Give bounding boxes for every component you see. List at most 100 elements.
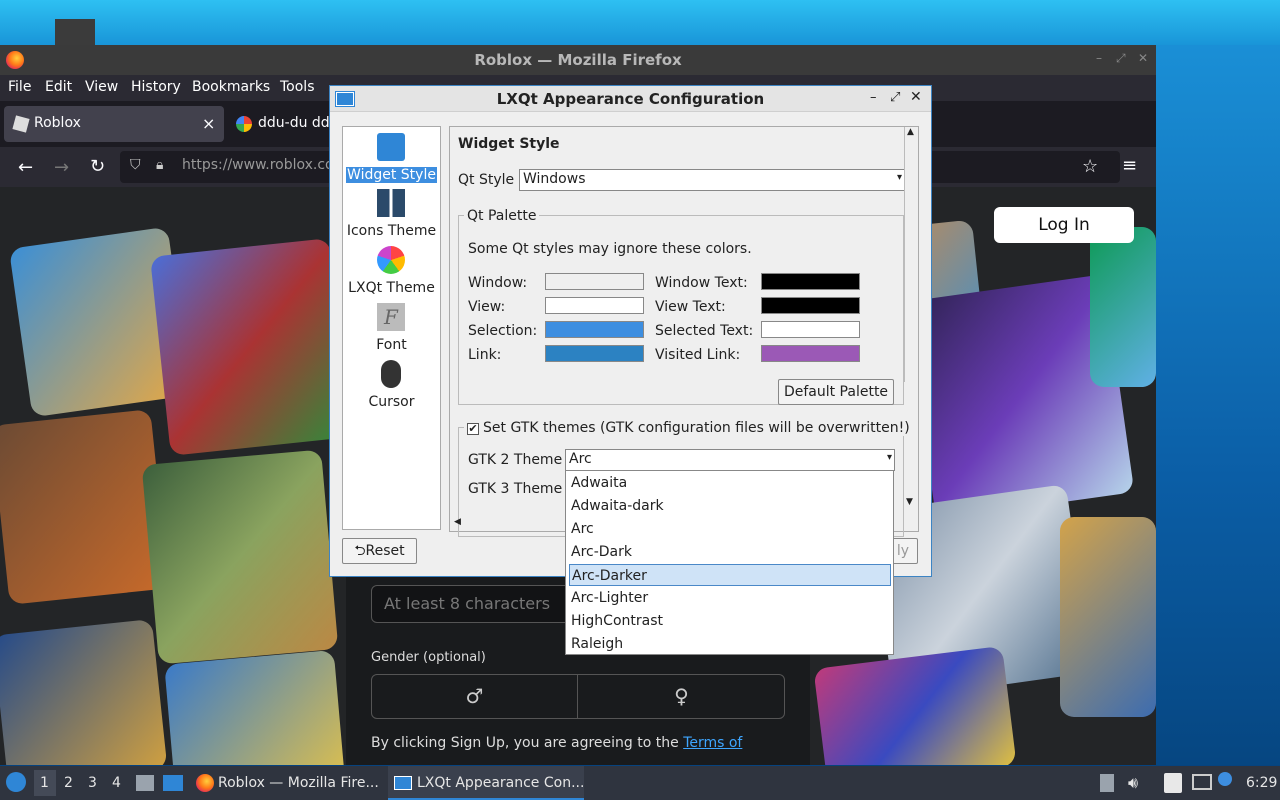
show-desktop-icon[interactable] [163,775,183,791]
widget-style-icon [377,133,405,161]
terms-notice: By clicking Sign Up, you are agreeing to… [371,735,742,751]
menu-edit[interactable]: Edit [45,79,72,95]
task-firefox[interactable]: Roblox — Mozilla Fire... [192,766,384,800]
dropdown-option[interactable]: Arc-Lighter [569,587,891,609]
dialog-minimize-icon[interactable]: – [870,90,877,105]
gtk2-theme-value: Arc [569,451,592,467]
vertical-scrollbar[interactable]: ▲ [904,127,918,382]
login-button[interactable]: Log In [994,207,1134,243]
task-lxqt-appearance[interactable]: LXQt Appearance Con... [388,766,584,800]
undo-icon: ⮌ [354,543,366,559]
dropdown-option[interactable]: Adwaita [569,472,891,494]
selected-text-color-swatch[interactable] [761,321,860,338]
back-icon[interactable]: ← [18,157,33,178]
cursor-icon [381,360,401,388]
visited-link-color-swatch[interactable] [761,345,860,362]
workspace-4[interactable]: 4 [112,775,121,791]
gtk2-theme-label: GTK 2 Theme [468,452,563,468]
game-thumbnail [0,409,169,605]
dropdown-option[interactable]: Raleigh [569,633,891,655]
dialog-maximize-icon[interactable]: ⤢ [890,90,900,105]
tab-close-icon[interactable]: × [202,114,215,133]
dropdown-option[interactable]: Arc [569,518,891,540]
dropdown-option-highlighted[interactable]: Arc-Darker [569,564,891,586]
dropdown-option[interactable]: HighContrast [569,610,891,632]
view-color-swatch[interactable] [545,297,644,314]
forward-icon[interactable]: → [54,157,69,178]
scroll-up-icon[interactable]: ▲ [907,127,914,137]
qt-style-label: Qt Style [458,172,515,188]
selected-text-color-label: Selected Text: [655,323,754,339]
tray-update-icon[interactable] [1100,774,1114,792]
reset-button[interactable]: ⮌Reset [342,538,417,564]
qt-style-combo[interactable]: Windows ▾ [519,169,905,191]
password-placeholder: At least 8 characters [384,594,551,613]
selection-color-swatch[interactable] [545,321,644,338]
notification-icon[interactable] [1218,772,1232,786]
panel-heading: Widget Style [458,136,560,152]
menu-tools[interactable]: Tools [280,79,315,95]
url-text[interactable]: https://www.roblox.co [182,157,334,173]
gtk2-theme-dropdown: Adwaita Adwaita-dark Arc Arc-Dark Arc-Da… [565,470,894,655]
reload-icon[interactable]: ↻ [90,156,105,177]
game-thumbnail [141,449,339,665]
menu-bookmarks[interactable]: Bookmarks [192,79,270,95]
chevron-down-icon: ▾ [896,172,902,183]
app-menu-icon[interactable]: ≡ [1122,155,1137,176]
window-text-color-swatch[interactable] [761,273,860,290]
dropdown-option[interactable]: Adwaita-dark [569,495,891,517]
tab-label: ddu-du dd [258,115,330,131]
male-option-icon[interactable]: ♂ [372,675,578,718]
scroll-left-icon[interactable]: ◀ [454,517,461,527]
gtk2-theme-combo[interactable]: Arc ▾ [565,449,895,471]
game-thumbnail [1090,227,1156,387]
sidebar-item-widget-style[interactable]: Widget Style [343,131,440,185]
menu-file[interactable]: File [8,79,31,95]
terms-link[interactable]: Terms of [683,735,742,751]
gtk-checkbox-icon[interactable]: ✔ [467,423,479,435]
start-menu-icon[interactable] [6,772,26,792]
sidebar-item-lxqt-theme[interactable]: LXQt Theme [343,246,440,298]
workspace-3[interactable]: 3 [88,775,97,791]
shield-icon[interactable]: ⛉ [130,157,141,173]
volume-icon[interactable]: 🔊︎ [1128,773,1138,793]
game-thumbnail [813,645,1017,765]
workspace-2[interactable]: 2 [64,775,73,791]
dropdown-option[interactable]: Arc-Dark [569,541,891,563]
desktop-background [0,0,1280,45]
sidebar-item-icons-theme[interactable]: Icons Theme [343,189,440,241]
clipboard-icon[interactable] [1164,773,1182,793]
firefox-titlebar: Roblox — Mozilla Firefox – ⤢ ✕ [0,45,1156,75]
tab-label: Roblox [34,115,81,131]
default-palette-button[interactable]: Default Palette [778,379,894,405]
sidebar-label: Widget Style [346,167,437,183]
tab-roblox[interactable]: Roblox × [4,106,224,142]
window-color-swatch[interactable] [545,273,644,290]
bookmark-star-icon[interactable]: ☆ [1082,156,1098,177]
sidebar-label: Cursor [368,394,415,410]
lxqt-app-icon [394,776,412,790]
firefox-window-title: Roblox — Mozilla Firefox [474,51,682,69]
menu-view[interactable]: View [85,79,118,95]
clock[interactable]: 6:29 [1246,775,1277,791]
sidebar-item-cursor[interactable]: Cursor [343,360,440,412]
view-text-color-label: View Text: [655,299,726,315]
maximize-icon[interactable]: ⤢ [1116,51,1126,66]
view-color-label: View: [468,299,506,315]
scroll-down-icon[interactable]: ▼ [906,497,913,507]
palette-note: Some Qt styles may ignore these colors. [468,241,752,257]
file-manager-icon[interactable] [136,775,154,791]
workspace-1[interactable]: 1 [40,775,49,791]
dialog-close-icon[interactable]: ✕ [910,89,922,105]
menu-history[interactable]: History [131,79,181,95]
gtk-checkbox-row[interactable]: ✔ Set GTK themes (GTK configuration files… [464,420,913,436]
view-text-color-swatch[interactable] [761,297,860,314]
link-color-swatch[interactable] [545,345,644,362]
network-icon[interactable] [1192,774,1212,790]
minimize-icon[interactable]: – [1096,51,1102,65]
lock-icon[interactable]: 🔒︎ [156,157,163,173]
close-icon[interactable]: ✕ [1138,51,1148,65]
sidebar-item-font[interactable]: F Font [343,303,440,355]
female-option-icon[interactable]: ♀ [579,675,784,718]
terms-text: By clicking Sign Up, you are agreeing to… [371,735,684,751]
